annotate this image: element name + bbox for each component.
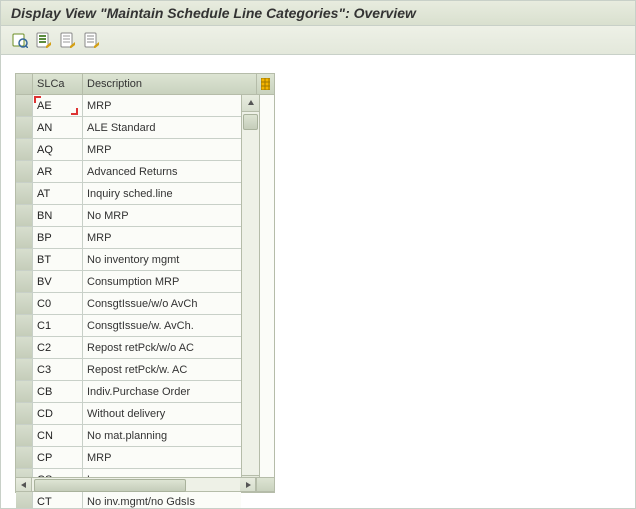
- deselect-all-icon[interactable]: [59, 31, 77, 49]
- table-row[interactable]: ANALE Standard: [16, 117, 241, 139]
- table-row[interactable]: AEMRP: [16, 95, 241, 117]
- cell-slca[interactable]: BN: [32, 205, 82, 226]
- scrollbar-corner: [256, 478, 274, 491]
- table-row[interactable]: BVConsumption MRP: [16, 271, 241, 293]
- row-selector[interactable]: [16, 183, 32, 204]
- table-row[interactable]: CTNo inv.mgmt/no GdsIs: [16, 491, 241, 509]
- column-description[interactable]: Description: [82, 74, 256, 94]
- cell-description[interactable]: ConsgtIssue/w/o AvCh: [82, 293, 241, 314]
- row-selector[interactable]: [16, 491, 32, 509]
- cell-description[interactable]: ConsgtIssue/w. AvCh.: [82, 315, 241, 336]
- cell-slca[interactable]: C3: [32, 359, 82, 380]
- cell-slca[interactable]: AQ: [32, 139, 82, 160]
- cell-description[interactable]: No inv.mgmt/no GdsIs: [82, 491, 241, 509]
- select-all-icon[interactable]: [35, 31, 53, 49]
- table-row[interactable]: ARAdvanced Returns: [16, 161, 241, 183]
- details-icon[interactable]: [11, 31, 29, 49]
- toolbar: [1, 26, 635, 55]
- row-selector[interactable]: [16, 249, 32, 270]
- select-all-column[interactable]: [16, 74, 32, 94]
- scroll-thumb[interactable]: [243, 114, 258, 130]
- cell-slca[interactable]: C2: [32, 337, 82, 358]
- cell-slca[interactable]: C1: [32, 315, 82, 336]
- scroll-up-icon[interactable]: [242, 95, 259, 112]
- table-row[interactable]: C2Repost retPck/w/o AC: [16, 337, 241, 359]
- table-row[interactable]: C1ConsgtIssue/w. AvCh.: [16, 315, 241, 337]
- cell-description[interactable]: MRP: [82, 447, 241, 468]
- table-row[interactable]: CBIndiv.Purchase Order: [16, 381, 241, 403]
- cell-description[interactable]: No MRP: [82, 205, 241, 226]
- row-selector[interactable]: [16, 271, 32, 292]
- table-row[interactable]: CPMRP: [16, 447, 241, 469]
- cell-slca[interactable]: CN: [32, 425, 82, 446]
- table-row[interactable]: C0ConsgtIssue/w/o AvCh: [16, 293, 241, 315]
- row-selector[interactable]: [16, 161, 32, 182]
- cell-slca[interactable]: C0: [32, 293, 82, 314]
- cell-slca[interactable]: AT: [32, 183, 82, 204]
- cell-description[interactable]: Advanced Returns: [82, 161, 241, 182]
- table-row[interactable]: CDWithout delivery: [16, 403, 241, 425]
- table-row[interactable]: ATInquiry sched.line: [16, 183, 241, 205]
- cell-description[interactable]: ALE Standard: [82, 117, 241, 138]
- scroll-right-icon[interactable]: [240, 478, 256, 491]
- row-selector[interactable]: [16, 447, 32, 468]
- cell-description[interactable]: MRP: [82, 227, 241, 248]
- column-slca[interactable]: SLCa: [32, 74, 82, 94]
- cell-slca[interactable]: AE: [32, 95, 82, 116]
- hscroll-thumb[interactable]: [34, 479, 186, 492]
- grid-gutter: [259, 95, 274, 492]
- cell-description[interactable]: Inquiry sched.line: [82, 183, 241, 204]
- grid: SLCa Description AEMRPANALE StandardAQMR…: [15, 73, 275, 493]
- table-row[interactable]: AQMRP: [16, 139, 241, 161]
- cell-slca[interactable]: AN: [32, 117, 82, 138]
- row-selector[interactable]: [16, 227, 32, 248]
- row-selector[interactable]: [16, 403, 32, 424]
- cell-description[interactable]: Repost retPck/w/o AC: [82, 337, 241, 358]
- row-selector[interactable]: [16, 359, 32, 380]
- cell-description[interactable]: Consumption MRP: [82, 271, 241, 292]
- scroll-track[interactable]: [242, 112, 259, 475]
- table-settings-icon[interactable]: [83, 31, 101, 49]
- row-selector[interactable]: [16, 95, 32, 116]
- cell-description[interactable]: MRP: [82, 95, 241, 116]
- table-row[interactable]: C3Repost retPck/w. AC: [16, 359, 241, 381]
- content-area: SLCa Description AEMRPANALE StandardAQMR…: [1, 55, 635, 494]
- row-selector[interactable]: [16, 293, 32, 314]
- row-selector[interactable]: [16, 381, 32, 402]
- window-title: Display View "Maintain Schedule Line Cat…: [1, 1, 635, 26]
- cell-slca[interactable]: CD: [32, 403, 82, 424]
- scroll-left-icon[interactable]: [16, 478, 32, 491]
- grid-header: SLCa Description: [15, 73, 275, 95]
- table-row[interactable]: BTNo inventory mgmt: [16, 249, 241, 271]
- cell-slca[interactable]: BV: [32, 271, 82, 292]
- sap-window: Display View "Maintain Schedule Line Cat…: [0, 0, 636, 509]
- cell-description[interactable]: MRP: [82, 139, 241, 160]
- row-selector[interactable]: [16, 139, 32, 160]
- row-selector[interactable]: [16, 315, 32, 336]
- grid-body: AEMRPANALE StandardAQMRPARAdvanced Retur…: [15, 95, 275, 493]
- row-selector[interactable]: [16, 205, 32, 226]
- table-row[interactable]: BNNo MRP: [16, 205, 241, 227]
- row-selector[interactable]: [16, 117, 32, 138]
- cell-slca[interactable]: CB: [32, 381, 82, 402]
- cell-slca[interactable]: BP: [32, 227, 82, 248]
- vertical-scrollbar[interactable]: [241, 95, 259, 492]
- cell-slca[interactable]: AR: [32, 161, 82, 182]
- cell-description[interactable]: Repost retPck/w. AC: [82, 359, 241, 380]
- cell-description[interactable]: No inventory mgmt: [82, 249, 241, 270]
- table-row[interactable]: BPMRP: [16, 227, 241, 249]
- cell-description[interactable]: Without delivery: [82, 403, 241, 424]
- hscroll-track[interactable]: [32, 478, 240, 491]
- row-selector[interactable]: [16, 337, 32, 358]
- horizontal-scrollbar[interactable]: [15, 477, 275, 492]
- cell-description[interactable]: Indiv.Purchase Order: [82, 381, 241, 402]
- cell-slca[interactable]: CT: [32, 491, 82, 509]
- row-selector[interactable]: [16, 425, 32, 446]
- cell-slca[interactable]: BT: [32, 249, 82, 270]
- column-config-icon[interactable]: [256, 74, 274, 94]
- table-row[interactable]: CNNo mat.planning: [16, 425, 241, 447]
- cell-description[interactable]: No mat.planning: [82, 425, 241, 446]
- cell-slca[interactable]: CP: [32, 447, 82, 468]
